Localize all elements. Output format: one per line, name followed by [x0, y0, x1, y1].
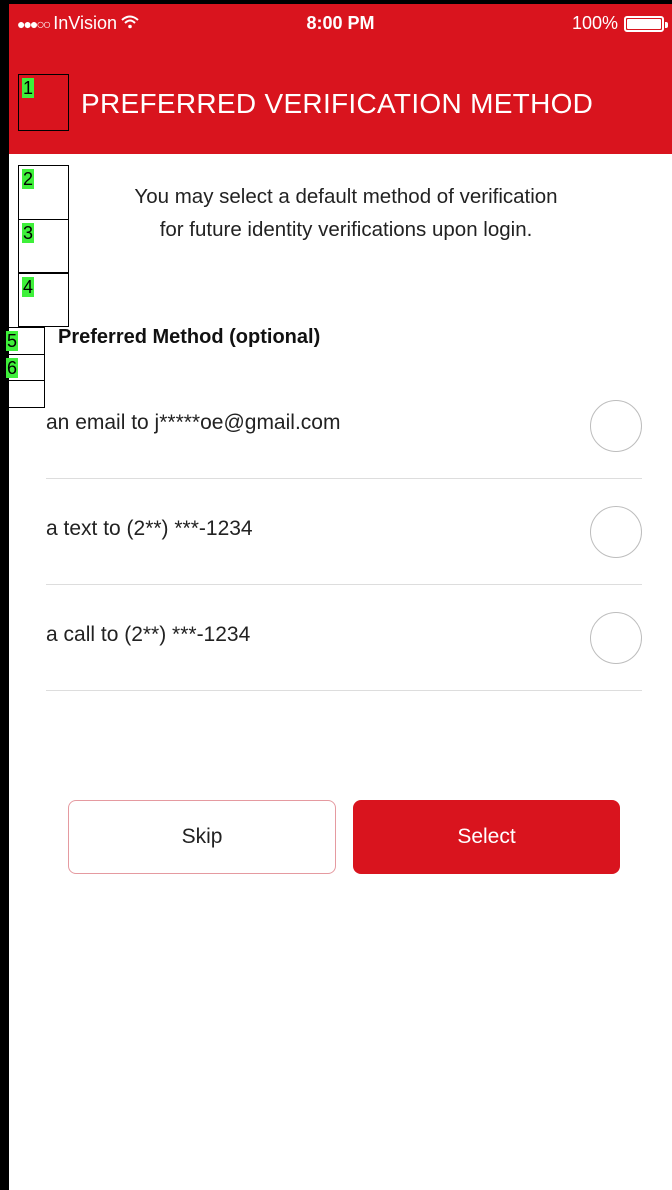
intro-text: You may select a default method of verif… [46, 180, 646, 246]
app-screen: ●●●○○ InVision 8:00 PM 100% PREFERRED VE… [0, 0, 672, 1190]
option-email-radio[interactable] [590, 400, 642, 452]
annotation-marker-1-label: 1 [22, 78, 35, 98]
status-right: 100% [571, 13, 668, 34]
annotation-marker-1: 1 [18, 74, 69, 131]
option-text-radio[interactable] [590, 506, 642, 558]
status-bar: ●●●○○ InVision 8:00 PM 100% [9, 4, 672, 44]
select-button[interactable]: Select [353, 800, 620, 874]
header-area: ●●●○○ InVision 8:00 PM 100% PREFERRED VE… [9, 4, 672, 154]
option-text-label: a text to (2**) ***-1234 [46, 517, 253, 540]
annotation-marker-5-label: 5 [6, 331, 19, 351]
annotation-marker-2-label: 2 [22, 169, 35, 189]
annotation-marker-2: 2 [18, 165, 69, 220]
frame-left-border [0, 0, 9, 1190]
annotation-marker-4-label: 4 [22, 277, 35, 297]
battery-percent: 100% [571, 13, 618, 33]
battery-tip [665, 21, 668, 28]
option-text-row[interactable]: a text to (2**) ***-1234 [46, 479, 642, 585]
annotation-marker-3: 3 [18, 219, 69, 273]
skip-button[interactable]: Skip [68, 800, 336, 874]
page-title: PREFERRED VERIFICATION METHOD [81, 88, 594, 119]
option-call-label: a call to (2**) ***-1234 [46, 623, 251, 646]
battery-fill [627, 18, 661, 29]
option-email-row[interactable]: an email to j*****oe@gmail.com [46, 373, 642, 479]
annotation-marker-6-label: 6 [6, 358, 19, 378]
intro-line-2: for future identity verifications upon l… [159, 218, 533, 241]
option-email-label: an email to j*****oe@gmail.com [46, 411, 341, 434]
annotation-marker-3-label: 3 [22, 223, 35, 243]
preferred-method-heading: Preferred Method (optional) [58, 326, 321, 348]
intro-line-1: You may select a default method of verif… [134, 185, 558, 208]
battery-icon [624, 15, 668, 32]
option-call-radio[interactable] [590, 612, 642, 664]
annotation-marker-4: 4 [18, 273, 69, 327]
annotation-marker-6: 6 [2, 354, 45, 408]
option-call-row[interactable]: a call to (2**) ***-1234 [46, 585, 642, 691]
